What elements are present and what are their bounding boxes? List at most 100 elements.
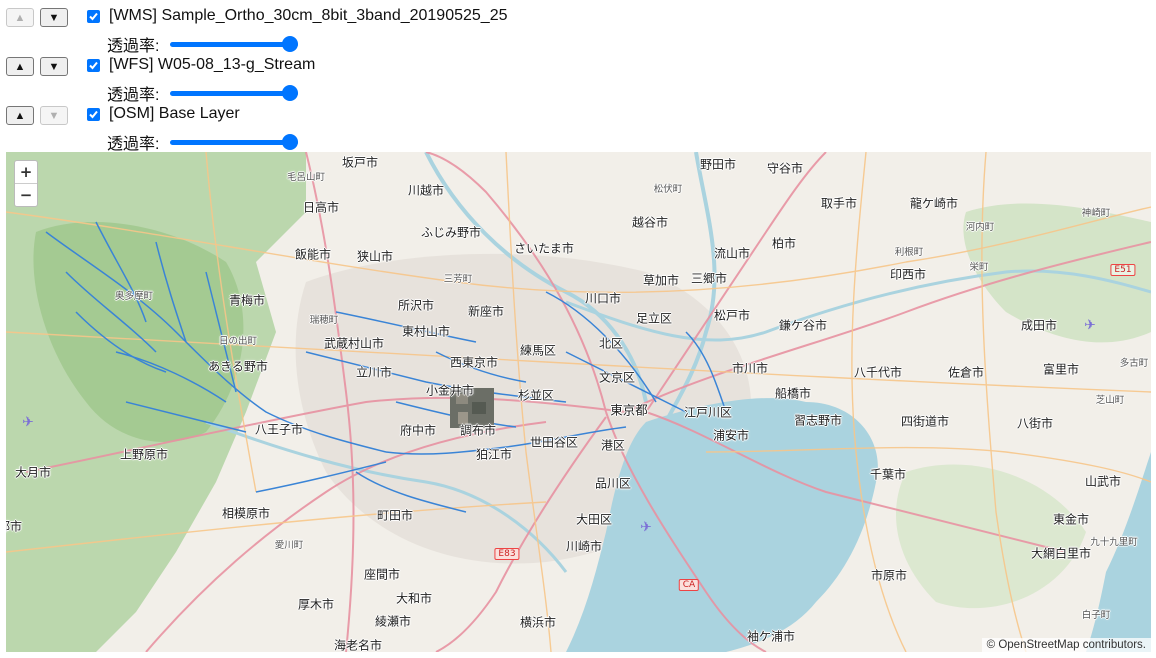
place-label: 相模原市 xyxy=(221,506,271,521)
move-up-button[interactable]: ▲ xyxy=(6,8,34,27)
place-label: 三郷市 xyxy=(690,271,728,286)
slider-track xyxy=(170,91,298,96)
place-label: 座間市 xyxy=(363,567,401,582)
place-label: 上野原市 xyxy=(119,447,169,462)
place-label: 三芳町 xyxy=(443,274,473,285)
place-label: 毛呂山町 xyxy=(286,172,326,183)
place-label: 狭山市 xyxy=(356,249,394,264)
place-label: 飯能市 xyxy=(294,247,332,262)
place-label: 新座市 xyxy=(467,304,505,319)
place-label: 狛江市 xyxy=(475,447,513,462)
place-label: 芝山町 xyxy=(1095,395,1125,406)
place-label: 佐倉市 xyxy=(947,365,985,380)
place-label: 神崎町 xyxy=(1081,208,1111,219)
slider-thumb[interactable] xyxy=(282,36,298,52)
slider-track xyxy=(170,140,298,145)
place-label: 柏市 xyxy=(771,236,797,251)
place-label: 大網白里市 xyxy=(1030,546,1092,561)
place-label: 練馬区 xyxy=(519,343,557,358)
move-down-button[interactable]: ▼ xyxy=(40,8,68,27)
place-label: 袖ケ浦市 xyxy=(746,629,796,644)
place-label: 杉並区 xyxy=(517,388,555,403)
place-label: 大田区 xyxy=(575,512,613,527)
place-label: 守谷市 xyxy=(766,161,804,176)
layer-visibility-checkbox[interactable] xyxy=(87,108,100,121)
place-label: 東金市 xyxy=(1052,512,1090,527)
opacity-label: 透過率: xyxy=(107,87,160,104)
place-label: 川越市 xyxy=(407,183,445,198)
place-label: 町田市 xyxy=(376,508,414,523)
place-label: 厚木市 xyxy=(297,597,335,612)
map-attribution: © OpenStreetMap contributors. xyxy=(981,638,1151,652)
move-up-button[interactable]: ▲ xyxy=(6,57,34,76)
place-label: 鎌ケ谷市 xyxy=(778,318,828,333)
place-label: 印西市 xyxy=(889,267,927,282)
opacity-slider[interactable] xyxy=(170,134,298,150)
zoom-in-button[interactable]: + xyxy=(15,161,37,184)
place-label: 八千代市 xyxy=(853,365,903,380)
place-label: 北区 xyxy=(598,336,624,351)
place-label: 川崎市 xyxy=(565,539,603,554)
move-up-button[interactable]: ▲ xyxy=(6,106,34,125)
layer-name: [WFS] W05-08_13-g_Stream xyxy=(109,56,316,73)
place-label: 習志野市 xyxy=(793,413,843,428)
layer-visibility-checkbox[interactable] xyxy=(87,59,100,72)
place-label: 足立区 xyxy=(635,311,673,326)
layer-visibility-checkbox[interactable] xyxy=(87,10,100,23)
place-label: 市原市 xyxy=(870,568,908,583)
place-label: 日の出町 xyxy=(218,336,258,347)
place-label: 野田市 xyxy=(699,157,737,172)
place-label: 海老名市 xyxy=(333,638,383,653)
place-label: 越谷市 xyxy=(631,215,669,230)
zoom-out-button[interactable]: − xyxy=(15,184,37,206)
place-label: 調布市 xyxy=(459,423,497,438)
map-viewport[interactable]: 坂戸市 野田市 守谷市 毛呂山町 川越市 松伏町 日高市 越谷市 取手市 龍ケ崎市 ふじみ野市 神崎町… xyxy=(6,152,1151,652)
place-label: 九十九里町 xyxy=(1090,537,1138,548)
move-down-button[interactable]: ▼ xyxy=(40,106,68,125)
opacity-slider[interactable] xyxy=(170,85,298,101)
place-label: 千葉市 xyxy=(869,467,907,482)
place-label: 山武市 xyxy=(1084,474,1122,489)
slider-thumb[interactable] xyxy=(282,85,298,101)
place-label: 所沢市 xyxy=(397,298,435,313)
place-label: 成田市 xyxy=(1020,318,1058,333)
place-label: さいたま市 xyxy=(514,241,574,256)
place-label: 東村山市 xyxy=(401,324,451,339)
highway-shield: CA xyxy=(678,579,700,591)
place-label: ふじみ野市 xyxy=(420,225,482,240)
move-down-button[interactable]: ▼ xyxy=(40,57,68,76)
place-label: 四街道市 xyxy=(900,414,950,429)
layer-name: [OSM] Base Layer xyxy=(109,105,240,122)
layer-name: [WMS] Sample_Ortho_30cm_8bit_3band_20190… xyxy=(109,7,508,24)
place-label: 綾瀬市 xyxy=(374,614,412,629)
place-label: 品川区 xyxy=(594,476,632,491)
place-label: 坂戸市 xyxy=(341,155,379,170)
place-label: 浦安市 xyxy=(712,428,750,443)
airport-icon: ✈ xyxy=(640,518,652,535)
place-label: 小金井市 xyxy=(425,383,475,398)
airport-icon: ✈ xyxy=(1084,316,1096,333)
place-label: 白子町 xyxy=(1081,610,1111,621)
place-label: 多古町 xyxy=(1119,358,1149,369)
opacity-label: 透過率: xyxy=(107,136,160,153)
slider-track xyxy=(170,42,298,47)
layer-row-wfs: ▲ ▼ [WFS] W05-08_13-g_Stream 透過率: xyxy=(6,56,1146,104)
place-label: 府中市 xyxy=(399,423,437,438)
place-label: 日高市 xyxy=(302,200,340,215)
place-label: 江戸川区 xyxy=(683,405,733,420)
opacity-slider[interactable] xyxy=(170,36,298,52)
layer-row-wms: ▲ ▼ [WMS] Sample_Ortho_30cm_8bit_3band_2… xyxy=(6,7,1146,55)
place-label: 船橋市 xyxy=(774,386,812,401)
place-label: あきる野市 xyxy=(208,359,268,374)
place-label: 流山市 xyxy=(713,246,751,261)
place-label: 文京区 xyxy=(598,370,636,385)
place-label: 立川市 xyxy=(355,365,393,380)
place-label: 都市 xyxy=(6,519,23,534)
airport-icon: ✈ xyxy=(22,413,34,430)
place-label: 瑞穂町 xyxy=(309,315,339,326)
place-label: 栄町 xyxy=(969,262,989,273)
slider-thumb[interactable] xyxy=(282,134,298,150)
place-label: 草加市 xyxy=(642,273,680,288)
place-label: 世田谷区 xyxy=(529,435,579,450)
place-label: 大月市 xyxy=(14,465,52,480)
